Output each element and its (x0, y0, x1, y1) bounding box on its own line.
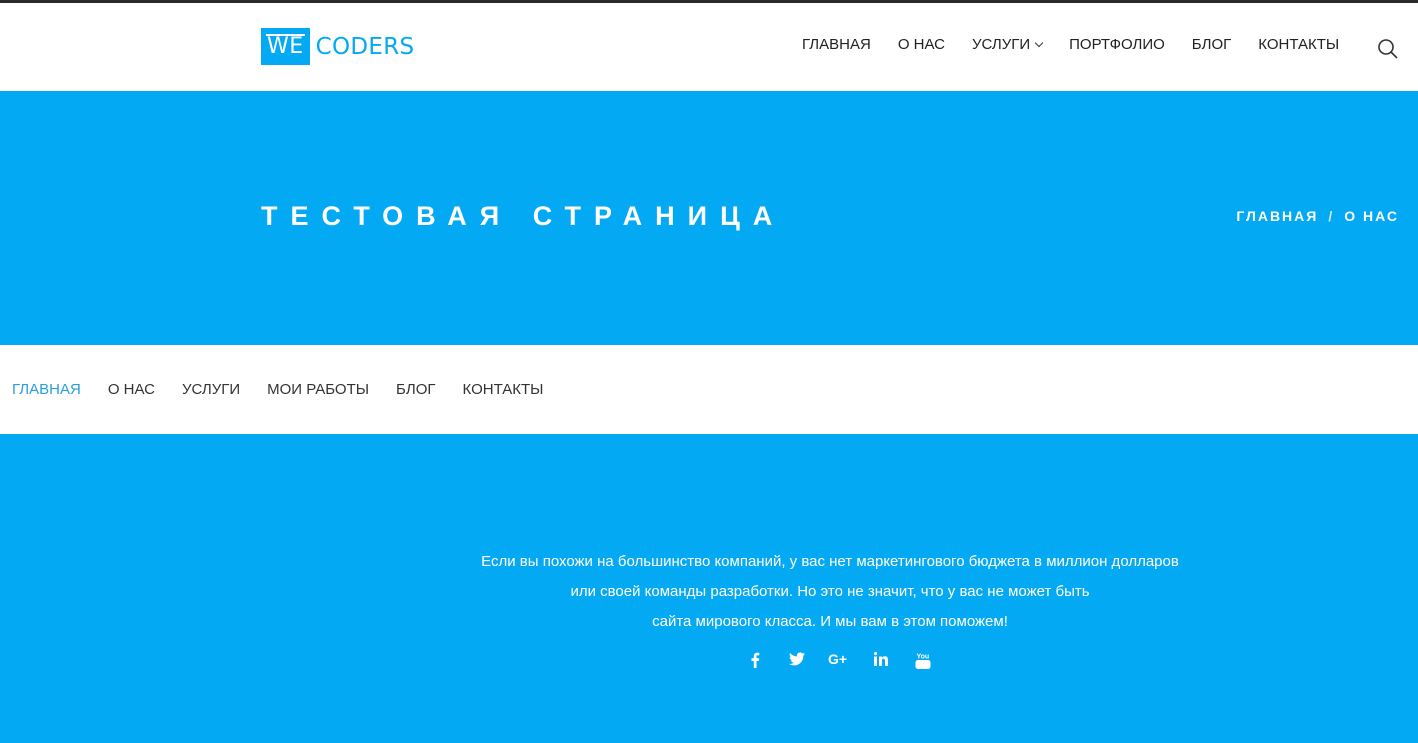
site-footer: Если вы похожи на большинство компаний, … (0, 434, 1418, 743)
page-banner: ТЕСТОВАЯ СТРАНИЦА ГЛАВНАЯ / О НАС (0, 91, 1418, 345)
nav-item-label: БЛОГ (1191, 36, 1232, 53)
nav-item-label: ГЛАВНАЯ (802, 36, 871, 53)
breadcrumb-separator: / (1328, 208, 1335, 224)
youtube-icon[interactable]: You (902, 652, 944, 670)
nav-item-contacts[interactable]: КОНТАКТЫ (1258, 36, 1339, 53)
footer-text-line: сайта мирового класса. И мы вам в этом п… (652, 613, 1008, 630)
page-title: ТЕСТОВАЯ СТРАНИЦА (261, 201, 786, 231)
subnav-item-blog[interactable]: БЛОГ (396, 381, 435, 398)
search-icon[interactable] (1377, 38, 1399, 60)
nav-item-about[interactable]: О НАС (898, 36, 945, 53)
subnav-item-about[interactable]: О НАС (108, 381, 155, 398)
footer-text-line: или своей команды разработки. Но это не … (570, 583, 1090, 600)
google-plus-icon[interactable]: G+ (818, 652, 860, 670)
secondary-nav: ГЛАВНАЯ О НАС УСЛУГИ МОИ РАБОТЫ БЛОГ КОН… (0, 345, 1418, 434)
logo-box: WE (261, 28, 310, 65)
linkedin-icon[interactable] (860, 652, 902, 670)
subnav-item-services[interactable]: УСЛУГИ (182, 381, 240, 398)
nav-item-home[interactable]: ГЛАВНАЯ (802, 36, 871, 53)
facebook-icon[interactable] (734, 652, 776, 670)
nav-item-blog[interactable]: БЛОГ (1192, 36, 1231, 53)
logo-text: CODERS (315, 33, 415, 60)
breadcrumb: ГЛАВНАЯ / О НАС (1236, 208, 1399, 224)
site-logo[interactable]: WE CODERS (261, 28, 414, 65)
svg-text:You: You (917, 654, 930, 661)
footer-text-line: Если вы похожи на большинство компаний, … (481, 553, 1179, 570)
subnav-item-home[interactable]: ГЛАВНАЯ (12, 381, 81, 398)
nav-item-label: УСЛУГИ (972, 36, 1031, 53)
nav-item-services[interactable]: УСЛУГИ (972, 36, 1044, 53)
site-header: WE CODERS ГЛАВНАЯ О НАС УСЛУГИ ПОРТФОЛИО… (0, 3, 1418, 91)
svg-text:G+: G+ (828, 652, 847, 666)
social-links: G+ You (734, 652, 944, 670)
subnav-item-my-works[interactable]: МОИ РАБОТЫ (267, 381, 369, 398)
subnav-item-contacts[interactable]: КОНТАКТЫ (463, 381, 544, 398)
footer-text: Если вы похожи на большинство компаний, … (430, 547, 1230, 637)
breadcrumb-current: О НАС (1344, 208, 1399, 224)
chevron-down-icon (1034, 38, 1044, 47)
nav-item-label: ПОРТФОЛИО (1069, 36, 1165, 53)
breadcrumb-home[interactable]: ГЛАВНАЯ (1236, 208, 1318, 224)
nav-item-label: О НАС (897, 36, 945, 53)
twitter-icon[interactable] (776, 652, 818, 670)
nav-item-label: КОНТАКТЫ (1258, 36, 1340, 53)
nav-item-portfolio[interactable]: ПОРТФОЛИО (1069, 36, 1165, 53)
main-nav: ГЛАВНАЯ О НАС УСЛУГИ ПОРТФОЛИО БЛОГ КОНТ… (802, 36, 1339, 53)
